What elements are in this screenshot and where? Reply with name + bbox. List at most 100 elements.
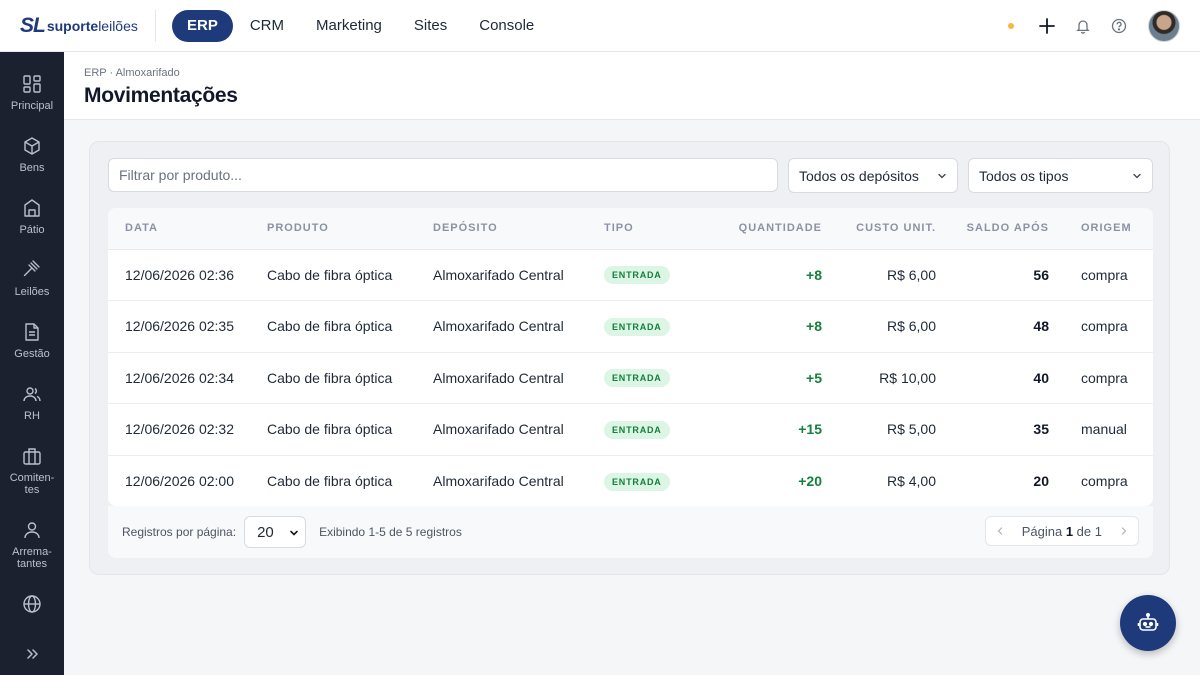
sidebar-item-arrematantes[interactable]: Arrema- tantes <box>0 520 64 570</box>
column-header[interactable]: Depósito <box>433 208 604 250</box>
sidebar-expand-button[interactable] <box>0 647 64 661</box>
deposit-select[interactable]: Todos os depósitos <box>788 158 958 193</box>
cell-date: 12/06/2026 02:00 <box>125 473 234 489</box>
sidebar-item-label: Bens <box>19 162 45 174</box>
sidebar-item-bens[interactable]: Bens <box>0 136 64 174</box>
type-select[interactable]: Todos os tipos <box>968 158 1153 193</box>
per-page-value: 20 <box>257 523 274 541</box>
cell-balance: 20 <box>1033 473 1049 489</box>
next-page-button[interactable] <box>1110 517 1138 545</box>
chevron-down-icon <box>938 173 946 179</box>
nav-erp[interactable]: ERP <box>172 9 233 42</box>
logo-text: suporteleilões <box>46 17 138 34</box>
globe-icon <box>23 595 41 613</box>
users-icon <box>23 387 41 402</box>
cell-deposit: Almoxarifado Central <box>433 266 564 283</box>
help-icon <box>1111 18 1127 34</box>
add-button[interactable] <box>1036 15 1058 37</box>
grid-icon <box>23 75 41 93</box>
cell-date: 12/06/2026 02:34 <box>125 369 234 386</box>
sidebar-item-label: Pátio <box>19 224 45 236</box>
brand-logo[interactable]: SL suporteleilões <box>0 9 156 42</box>
cell-balance: 56 <box>1033 266 1049 283</box>
column-header[interactable]: Custo unit. <box>822 208 936 250</box>
sidebar-item-patio[interactable]: Pátio <box>0 198 64 236</box>
cell-deposit: Almoxarifado Central <box>433 369 564 386</box>
chevrons-right-icon <box>27 649 38 659</box>
nav-marketing[interactable]: Marketing <box>301 9 397 42</box>
cell-origin: compra <box>1081 369 1128 386</box>
user-icon <box>24 522 40 539</box>
movements-table: Data Produto Depósito Tipo Quantidade Cu… <box>108 208 1153 506</box>
table-footer: Registros por página: 20 Exibindo 1-5 de… <box>108 506 1153 558</box>
type-badge: ENTRADA <box>604 317 670 336</box>
cell-product: Cabo de fibra óptica <box>267 318 393 335</box>
cell-product: Cabo de fibra óptica <box>267 421 393 438</box>
robot-icon <box>1137 612 1159 631</box>
table-row[interactable]: 12/06/2026 02:32 Cabo de fibra óptica Al… <box>108 404 1153 455</box>
cell-unit-cost: R$ 5,00 <box>886 421 936 438</box>
cell-unit-cost: R$ 4,00 <box>886 473 936 489</box>
per-page-select[interactable]: 20 <box>244 516 307 548</box>
per-page-label: Registros por página: <box>122 525 237 539</box>
sidebar-item-gestao[interactable]: Gestão <box>0 322 64 360</box>
nav-console[interactable]: Console <box>464 9 549 42</box>
cell-product: Cabo de fibra óptica <box>267 369 393 386</box>
deposit-select-value: Todos os depósitos <box>799 167 919 184</box>
top-bar: SL suporteleilões ERP CRM Marketing Site… <box>0 0 1200 52</box>
cell-balance: 48 <box>1033 318 1049 335</box>
type-select-value: Todos os tipos <box>979 167 1069 184</box>
column-header[interactable]: Saldo após <box>936 208 1049 250</box>
column-header[interactable]: Data <box>108 208 267 250</box>
prev-page-button[interactable] <box>986 517 1014 545</box>
sidebar-item-label: Arrema- tantes <box>12 546 52 570</box>
nav-crm[interactable]: CRM <box>235 9 299 42</box>
sidebar-item-label: RH <box>24 410 40 422</box>
cell-balance: 35 <box>1033 421 1049 438</box>
sidebar-item-rh[interactable]: RH <box>0 384 64 422</box>
column-header[interactable]: Quantidade <box>696 208 822 250</box>
table-row[interactable]: 12/06/2026 02:00 Cabo de fibra óptica Al… <box>108 455 1153 506</box>
cell-origin: compra <box>1081 318 1128 335</box>
page-indicator: Página 1 de 1 <box>1021 523 1102 539</box>
column-header[interactable]: Origem <box>1049 208 1153 250</box>
table-row[interactable]: 12/06/2026 02:34 Cabo de fibra óptica Al… <box>108 352 1153 404</box>
assistant-bot-button[interactable] <box>1120 595 1176 651</box>
gavel-icon <box>23 260 40 277</box>
page-title: Movimentações <box>84 84 238 107</box>
bell-icon <box>1076 20 1090 34</box>
chevron-down-icon <box>290 530 298 536</box>
cell-product: Cabo de fibra óptica <box>267 266 393 283</box>
user-avatar[interactable] <box>1148 10 1180 42</box>
cell-deposit: Almoxarifado Central <box>433 473 564 489</box>
notifications-button[interactable] <box>1072 15 1094 37</box>
document-icon <box>25 323 39 341</box>
movements-card: Todos os depósitos Todos os tipos Data P… <box>89 141 1170 575</box>
sidebar-item-sites[interactable] <box>0 594 64 614</box>
cell-type: ENTRADA <box>604 455 696 506</box>
product-filter-input[interactable] <box>108 158 778 192</box>
briefcase-icon <box>23 448 41 465</box>
sidebar-item-leiloes[interactable]: Leilões <box>0 260 64 298</box>
cell-deposit: Almoxarifado Central <box>433 421 564 438</box>
cell-quantity: +15 <box>798 421 822 438</box>
cell-quantity: +20 <box>798 473 822 489</box>
cell-date: 12/06/2026 02:35 <box>125 318 234 335</box>
sidebar-item-comitentes[interactable]: Comiten- tes <box>0 446 64 496</box>
cell-origin: compra <box>1081 266 1128 283</box>
records-summary: Exibindo 1-5 de 5 registros <box>319 525 462 539</box>
box-icon <box>24 137 40 155</box>
table-row[interactable]: 12/06/2026 02:36 Cabo de fibra óptica Al… <box>108 249 1153 301</box>
breadcrumb: ERP · Almoxarifado <box>84 67 180 79</box>
cell-origin: compra <box>1081 473 1128 489</box>
cell-type: ENTRADA <box>604 301 696 353</box>
column-header[interactable]: Tipo <box>604 208 696 250</box>
cell-quantity: +5 <box>806 369 822 386</box>
nav-sites[interactable]: Sites <box>399 9 462 42</box>
help-button[interactable] <box>1108 15 1130 37</box>
cell-type: ENTRADA <box>604 352 696 404</box>
type-badge: ENTRADA <box>604 266 670 285</box>
column-header[interactable]: Produto <box>267 208 433 250</box>
table-row[interactable]: 12/06/2026 02:35 Cabo de fibra óptica Al… <box>108 301 1153 353</box>
sidebar-item-principal[interactable]: Principal <box>0 74 64 112</box>
